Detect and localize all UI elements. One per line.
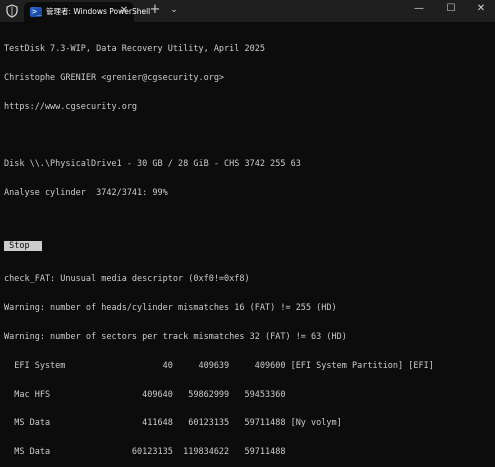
stop-button[interactable]: Stop [4, 241, 42, 251]
title-bar: >_ 管理者: Windows PowerShell ✕ + ⌄ — ☐ ✕ [0, 0, 495, 22]
powershell-icon: >_ [30, 7, 42, 17]
maximize-button[interactable]: ☐ [436, 0, 466, 18]
console-line: Warning: number of heads/cylinder mismat… [4, 303, 337, 314]
partition-row: MS Data 60123135 119834622 59711488 [4, 447, 286, 458]
admin-shield-icon [4, 3, 20, 19]
console-line: Disk \\.\PhysicalDrive1 - 30 GB / 28 GiB… [4, 159, 301, 170]
new-tab-button[interactable]: + [148, 3, 162, 17]
console-line: Christophe GRENIER <grenier@cgsecurity.o… [4, 72, 225, 83]
minimize-button[interactable]: — [404, 0, 434, 18]
console-line: Warning: number of sectors per track mis… [4, 332, 347, 342]
console-line: check_FAT: Unusual media descriptor (0xf… [4, 274, 250, 285]
console-line: TestDisk 7.3-WIP, Data Recovery Utility,… [4, 44, 265, 55]
tab-powershell[interactable]: >_ 管理者: Windows PowerShell ✕ [24, 2, 150, 22]
tab-dropdown-button[interactable]: ⌄ [168, 3, 180, 17]
close-button[interactable]: ✕ [466, 0, 495, 18]
partition-row: Mac HFS 409640 59862999 59453360 [4, 389, 286, 400]
partition-row: EFI System 40 409639 409600 [EFI System … [4, 360, 434, 371]
console-line: https://www.cgsecurity.org [4, 101, 138, 112]
tab-close-icon[interactable]: ✕ [118, 5, 130, 17]
terminal-output[interactable]: TestDisk 7.3-WIP, Data Recovery Utility,… [4, 26, 491, 457]
partition-row: MS Data 411648 60123135 59711488 [Ny vol… [4, 418, 342, 429]
tab-title: 管理者: Windows PowerShell [46, 7, 151, 16]
console-line: Analyse cylinder 3742/3741: 99% [4, 188, 168, 199]
